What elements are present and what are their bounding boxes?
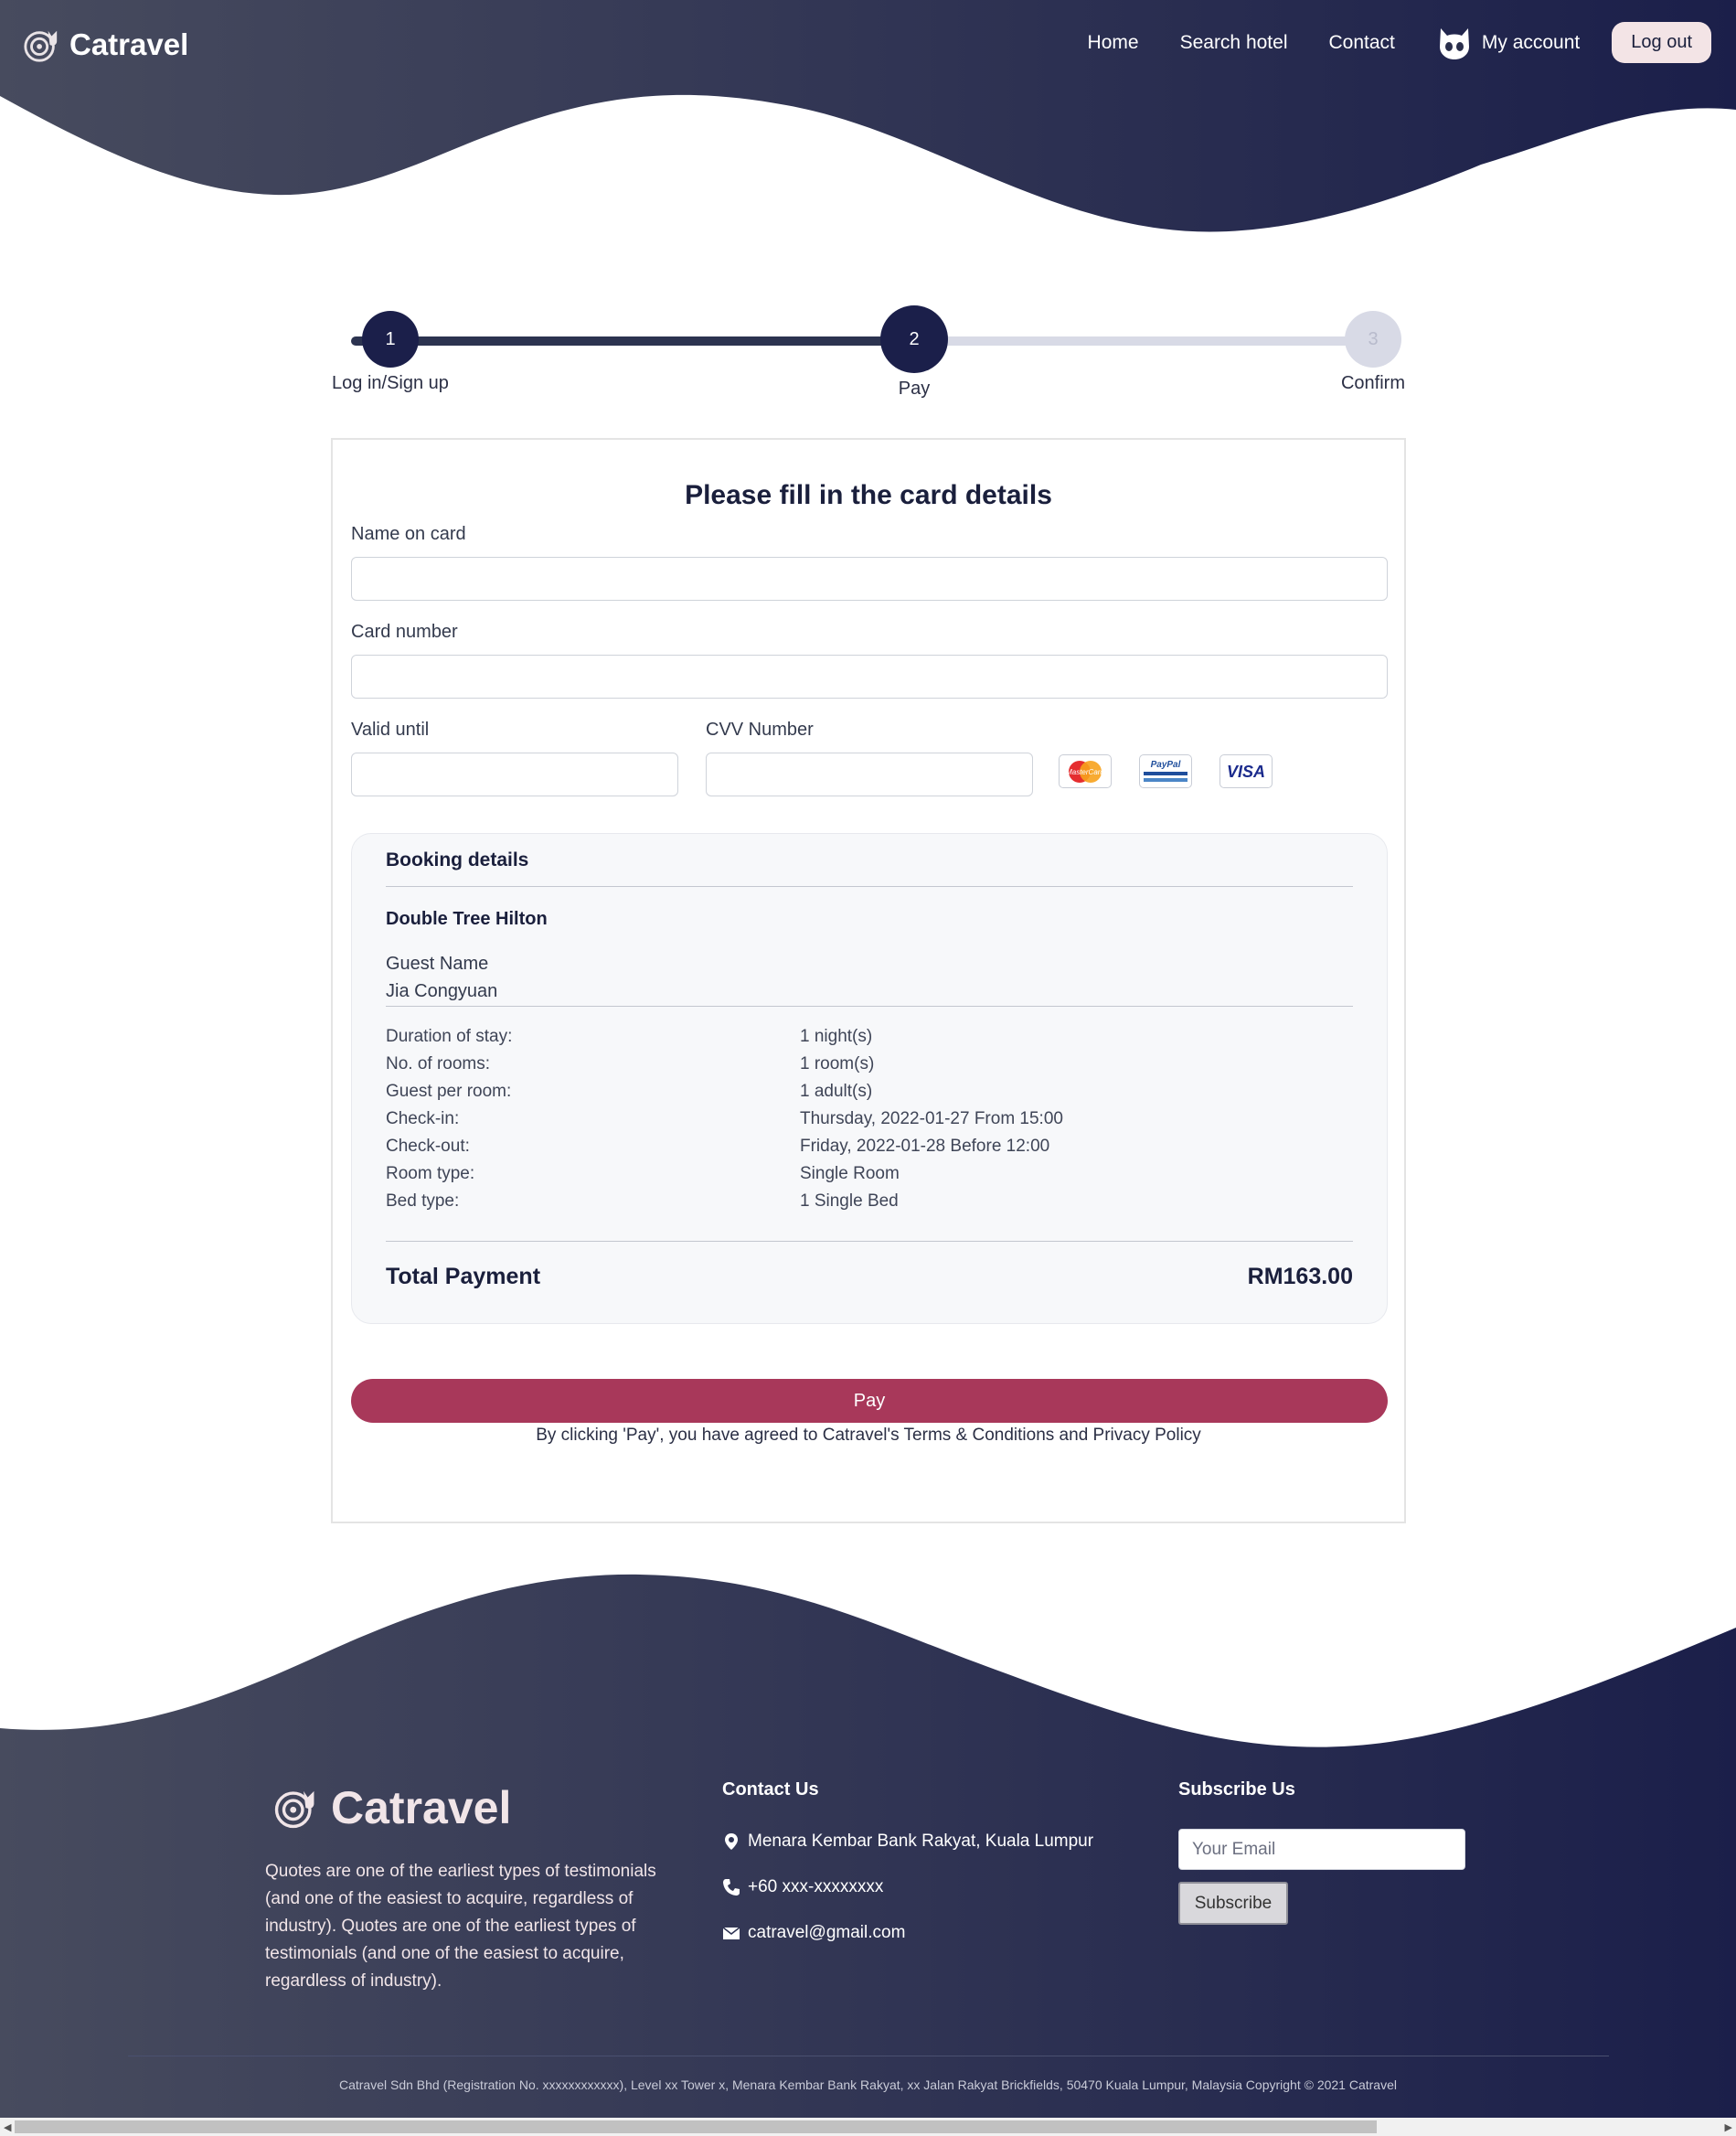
footer-address: Menara Kembar Bank Rakyat, Kuala Lumpur <box>722 1832 1093 1852</box>
address-text: Menara Kembar Bank Rakyat, Kuala Lumpur <box>748 1832 1094 1851</box>
detail-label: Room type: <box>386 1164 475 1183</box>
mastercard-icon: MasterCard <box>1059 754 1112 788</box>
detail-label: Guest per room: <box>386 1082 512 1101</box>
contact-us-heading: Contact Us <box>722 1779 819 1800</box>
step-confirm: 3 Confirm <box>1338 311 1408 394</box>
nav-home[interactable]: Home <box>1088 32 1139 54</box>
horizontal-scrollbar[interactable]: ◀ ▶ <box>0 2118 1736 2136</box>
logout-button[interactable]: Log out <box>1612 22 1711 63</box>
detail-label: No. of rooms: <box>386 1054 491 1073</box>
footer-brand-name: Catravel <box>331 1782 512 1833</box>
site-footer: Catravel Quotes are one of the earliest … <box>0 1564 1736 2136</box>
subscribe-email-input[interactable] <box>1178 1829 1465 1870</box>
detail-label: Check-in: <box>386 1109 460 1128</box>
detail-value: 1 night(s) <box>800 1027 873 1046</box>
scrollbar-thumb[interactable] <box>15 2120 1377 2133</box>
valid-until-label: Valid until <box>351 720 430 740</box>
copyright-text: Catravel Sdn Bhd (Registration No. xxxxx… <box>338 2077 1397 2092</box>
detail-row-bed-type: Bed type: 1 Single Bed <box>386 1191 1353 1212</box>
detail-row-checkin: Check-in: Thursday, 2022-01-27 From 15:0… <box>386 1109 1353 1129</box>
terms-notice: By clicking 'Pay', you have agreed to Ca… <box>536 1426 1201 1445</box>
valid-until-input[interactable] <box>351 753 678 796</box>
step-1-circle: 1 <box>362 311 419 368</box>
step-2-label: Pay <box>898 379 931 399</box>
booking-divider <box>386 1006 1353 1007</box>
payment-method-logos: MasterCard PayPal VISA <box>1059 754 1273 788</box>
detail-value: 1 adult(s) <box>800 1082 873 1101</box>
step-login: 1 Log in/Sign up <box>331 311 450 394</box>
cvv-input[interactable] <box>706 753 1033 796</box>
name-on-card-label: Name on card <box>351 524 466 544</box>
brand-name: Catravel <box>69 27 189 61</box>
step-3-label: Confirm <box>1340 373 1405 393</box>
payment-card: Please fill in the card details Name on … <box>331 438 1406 1523</box>
my-account-link[interactable]: My account <box>1436 25 1580 61</box>
footer-phone[interactable]: +60 xxx-xxxxxxxx <box>722 1877 883 1897</box>
detail-label: Duration of stay: <box>386 1027 513 1046</box>
main-nav: Home Search hotel Contact My account Log… <box>1088 22 1711 63</box>
subscribe-button[interactable]: Subscribe <box>1178 1882 1288 1925</box>
footer-email[interactable]: catravel@gmail.com <box>722 1923 905 1943</box>
scroll-left-arrow-icon[interactable]: ◀ <box>4 2121 11 2133</box>
scroll-right-arrow-icon[interactable]: ▶ <box>1725 2121 1732 2133</box>
hotel-name: Double Tree Hilton <box>386 909 548 929</box>
detail-value: 1 room(s) <box>800 1054 875 1073</box>
pay-button[interactable]: Pay <box>351 1379 1388 1423</box>
cat-avatar-icon <box>1439 27 1469 59</box>
total-payment-label: Total Payment <box>386 1264 541 1289</box>
booking-details-panel: Booking details Double Tree Hilton Guest… <box>351 833 1388 1324</box>
paypal-icon: PayPal <box>1139 754 1192 788</box>
detail-value: Thursday, 2022-01-27 From 15:00 <box>800 1109 1063 1128</box>
nav-search-hotel[interactable]: Search hotel <box>1180 32 1288 54</box>
detail-label: Bed type: <box>386 1191 460 1211</box>
detail-value: Single Room <box>800 1164 900 1183</box>
footer-brand-logo[interactable]: Catravel <box>272 1781 511 1834</box>
site-header: Catravel Home Search hotel Contact My ac… <box>0 0 1736 238</box>
cat-logo-icon <box>24 30 58 62</box>
detail-row-rooms: No. of rooms: 1 room(s) <box>386 1054 1353 1074</box>
step-2-circle: 2 <box>880 305 948 373</box>
location-pin-icon <box>725 1833 738 1850</box>
guest-name-label: Guest Name <box>386 954 489 974</box>
visa-icon: VISA <box>1219 754 1273 788</box>
stepper-progress-remaining <box>911 336 1379 346</box>
detail-row-guests: Guest per room: 1 adult(s) <box>386 1082 1353 1102</box>
detail-row-duration: Duration of stay: 1 night(s) <box>386 1027 1353 1047</box>
phone-icon <box>723 1879 740 1896</box>
cvv-label: CVV Number <box>706 720 814 740</box>
email-text: catravel@gmail.com <box>748 1923 906 1942</box>
envelope-icon <box>722 1927 740 1939</box>
subscribe-heading: Subscribe Us <box>1178 1779 1295 1800</box>
name-on-card-input[interactable] <box>351 557 1388 601</box>
detail-label: Check-out: <box>386 1137 470 1156</box>
brand-logo[interactable]: Catravel <box>22 26 188 64</box>
booking-divider <box>386 886 1353 887</box>
paypal-text: PayPal <box>1151 760 1181 770</box>
booking-divider <box>386 1241 1353 1242</box>
cat-logo-icon <box>274 1790 314 1829</box>
my-account-label: My account <box>1481 31 1581 53</box>
form-title: Please fill in the card details <box>685 480 1052 510</box>
checkout-stepper: 1 Log in/Sign up 2 Pay 3 Confirm <box>331 302 1406 402</box>
step-pay: 2 Pay <box>859 305 969 400</box>
step-1-label: Log in/Sign up <box>332 373 449 393</box>
step-3-circle: 3 <box>1345 311 1401 368</box>
mastercard-text: MasterCard <box>1066 768 1104 776</box>
nav-contact[interactable]: Contact <box>1329 32 1395 54</box>
total-payment-value: RM163.00 <box>1247 1264 1353 1289</box>
card-number-input[interactable] <box>351 655 1388 699</box>
detail-value: 1 Single Bed <box>800 1191 899 1211</box>
detail-row-room-type: Room type: Single Room <box>386 1164 1353 1184</box>
detail-value: Friday, 2022-01-28 Before 12:00 <box>800 1137 1050 1156</box>
footer-about-text: Quotes are one of the earliest types of … <box>265 1862 656 1991</box>
guest-name-value: Jia Congyuan <box>386 981 498 1001</box>
card-number-label: Card number <box>351 622 458 642</box>
detail-row-checkout: Check-out: Friday, 2022-01-28 Before 12:… <box>386 1137 1353 1157</box>
phone-text: +60 xxx-xxxxxxxx <box>748 1877 884 1896</box>
booking-details-title: Booking details <box>386 849 529 870</box>
visa-text: VISA <box>1227 763 1265 781</box>
